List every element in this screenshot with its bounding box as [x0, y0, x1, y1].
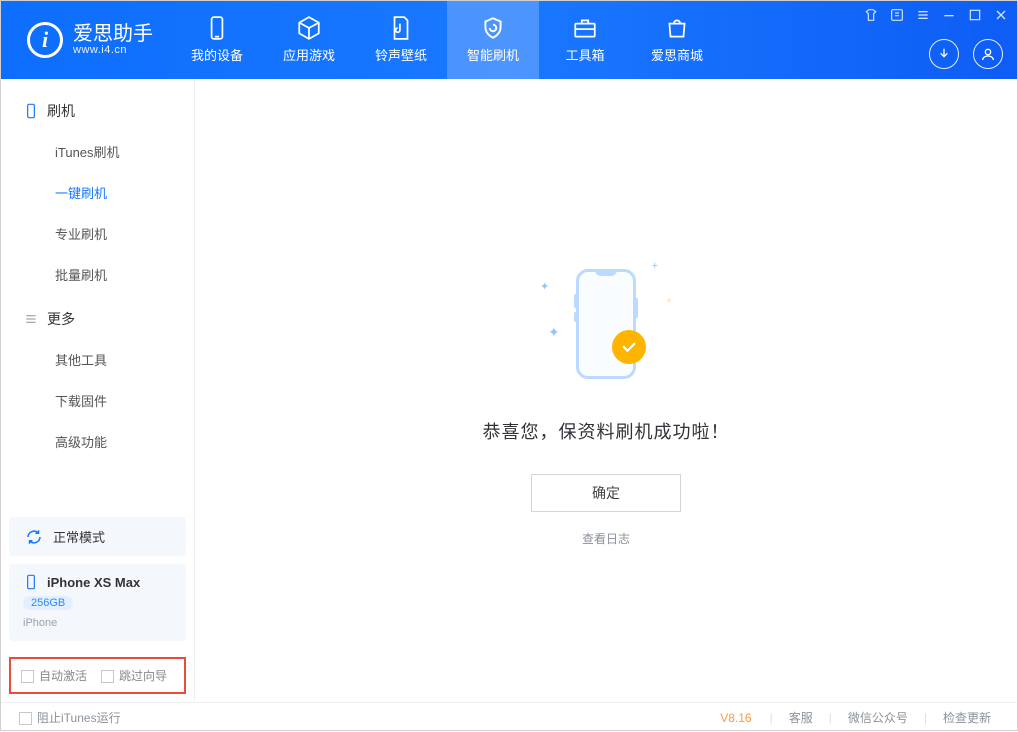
flash-options-highlight: 自动激活 跳过向导	[9, 657, 186, 694]
checkbox-skip-guide[interactable]: 跳过向导	[101, 667, 167, 684]
sidebar-item-pro-flash[interactable]: 专业刷机	[1, 213, 194, 254]
footer-bar: 阻止iTunes运行 V8.16 | 客服 | 微信公众号 | 检查更新	[1, 702, 1017, 732]
checkbox-block-itunes[interactable]: 阻止iTunes运行	[19, 709, 121, 726]
support-link[interactable]: 客服	[781, 709, 821, 726]
menu-icon[interactable]	[915, 7, 931, 23]
sidebar-item-batch-flash[interactable]: 批量刷机	[1, 254, 194, 295]
header-right-actions	[929, 39, 1003, 69]
list-icon	[23, 311, 39, 327]
user-button[interactable]	[973, 39, 1003, 69]
cube-icon	[296, 17, 322, 39]
device-type: iPhone	[23, 617, 172, 629]
maximize-icon[interactable]	[967, 7, 983, 23]
sidebar-group-flash: 刷机	[1, 87, 194, 131]
window-controls	[863, 7, 1009, 23]
nav-tabs: 我的设备 应用游戏 铃声壁纸 智能刷机 工具箱 爱思商城	[171, 1, 723, 79]
success-message: 恭喜您，保资料刷机成功啦！	[483, 418, 730, 444]
sparkle-icon: +	[652, 260, 658, 272]
sparkle-icon: ✦	[548, 324, 560, 341]
music-file-icon	[388, 17, 414, 39]
sparkle-icon: ✦	[540, 280, 549, 293]
sidebar-item-oneclick-flash[interactable]: 一键刷机	[1, 172, 194, 213]
version-label: V8.16	[720, 711, 751, 725]
tab-toolbox[interactable]: 工具箱	[539, 1, 631, 79]
phone-small-icon	[23, 103, 39, 119]
phone-icon	[204, 17, 230, 39]
tab-smart-flash[interactable]: 智能刷机	[447, 1, 539, 79]
device-card[interactable]: iPhone XS Max 256GB iPhone	[9, 564, 186, 641]
tab-my-device[interactable]: 我的设备	[171, 1, 263, 79]
ok-button[interactable]: 确定	[531, 474, 681, 512]
app-logo: i 爱思助手 www.i4.cn	[1, 1, 171, 79]
success-illustration: ✦ ✦ + +	[526, 244, 686, 404]
briefcase-icon	[572, 17, 598, 39]
main-content: ✦ ✦ + + 恭喜您，保资料刷机成功啦！ 确定 查看日志	[195, 79, 1017, 702]
sidebar-group-more: 更多	[1, 295, 194, 339]
check-update-link[interactable]: 检查更新	[935, 709, 999, 726]
sidebar-item-advanced[interactable]: 高级功能	[1, 421, 194, 462]
sidebar-item-other-tools[interactable]: 其他工具	[1, 339, 194, 380]
bag-icon	[664, 17, 690, 39]
wechat-link[interactable]: 微信公众号	[840, 709, 916, 726]
sidebar-item-itunes-flash[interactable]: iTunes刷机	[1, 131, 194, 172]
device-phone-icon	[23, 574, 39, 590]
mode-panel[interactable]: 正常模式	[9, 517, 186, 556]
close-icon[interactable]	[993, 7, 1009, 23]
logo-icon: i	[27, 22, 63, 58]
device-name: iPhone XS Max	[47, 575, 140, 590]
tshirt-icon[interactable]	[863, 7, 879, 23]
minimize-icon[interactable]	[941, 7, 957, 23]
app-domain: www.i4.cn	[73, 44, 153, 56]
refresh-shield-icon	[480, 17, 506, 39]
tab-apps-games[interactable]: 应用游戏	[263, 1, 355, 79]
sparkle-icon: +	[666, 296, 672, 307]
device-capacity: 256GB	[23, 596, 73, 610]
download-button[interactable]	[929, 39, 959, 69]
feedback-icon[interactable]	[889, 7, 905, 23]
checkbox-auto-activate[interactable]: 自动激活	[21, 667, 87, 684]
app-name: 爱思助手	[73, 24, 153, 44]
tab-ring-wallpaper[interactable]: 铃声壁纸	[355, 1, 447, 79]
sync-icon	[25, 528, 43, 546]
header-bar: i 爱思助手 www.i4.cn 我的设备 应用游戏 铃声壁纸 智能刷机 工具箱	[1, 1, 1017, 79]
sidebar: 刷机 iTunes刷机 一键刷机 专业刷机 批量刷机 更多 其他工具 下载固件 …	[1, 79, 195, 702]
check-badge-icon	[612, 330, 646, 364]
view-log-link[interactable]: 查看日志	[582, 530, 630, 547]
tab-store[interactable]: 爱思商城	[631, 1, 723, 79]
sidebar-item-download-firmware[interactable]: 下载固件	[1, 380, 194, 421]
